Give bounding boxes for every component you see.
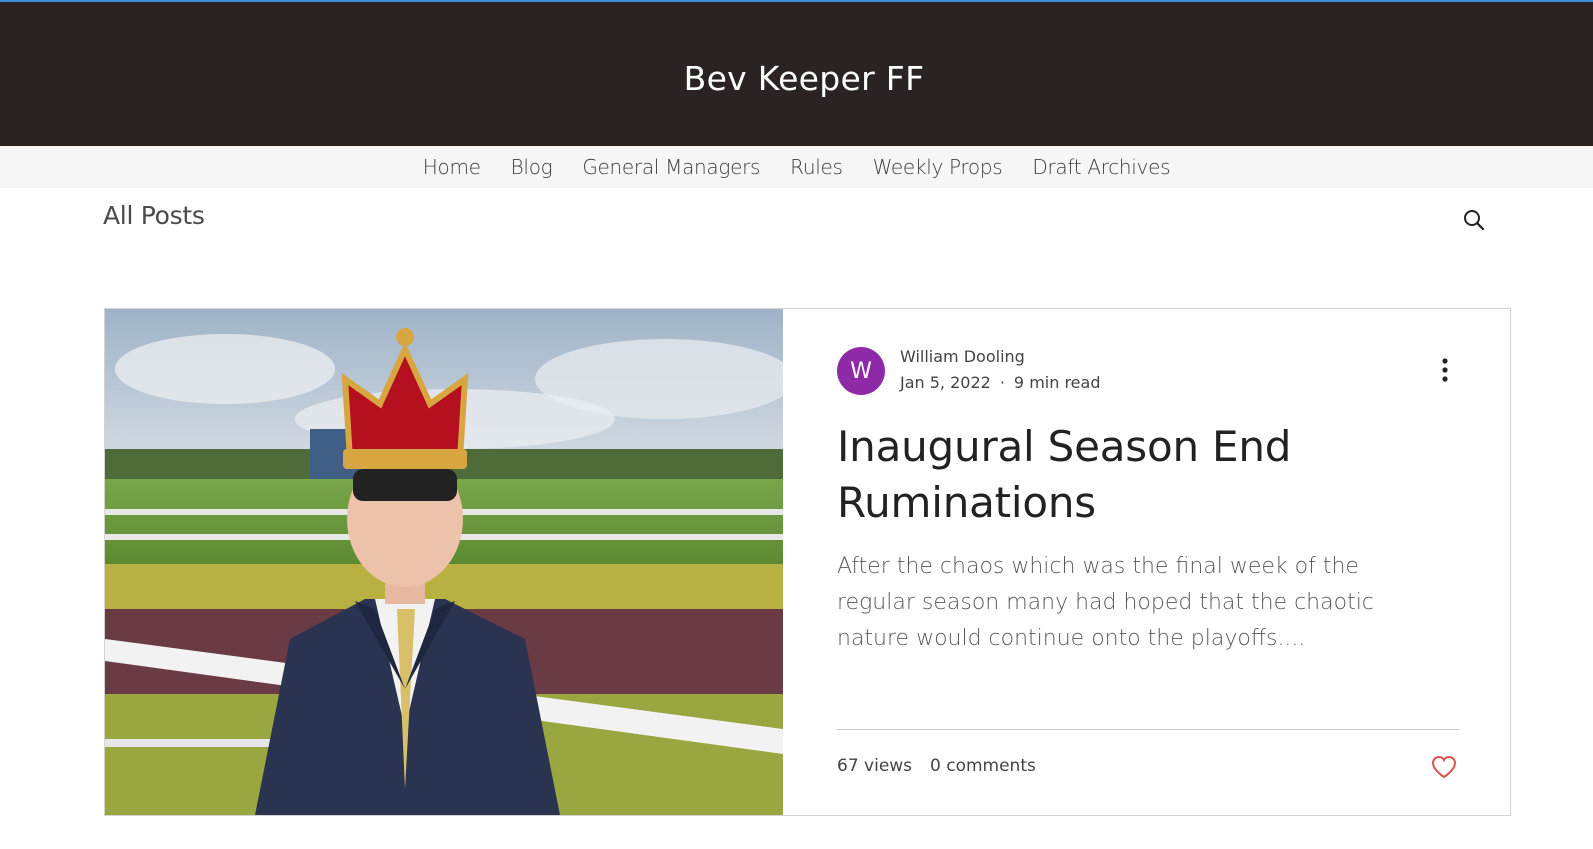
meta-separator: ·: [999, 373, 1005, 392]
search-icon[interactable]: [1462, 208, 1486, 232]
heart-icon[interactable]: [1431, 755, 1457, 779]
read-time: 9 min read: [1013, 373, 1101, 392]
more-vertical-icon[interactable]: [1441, 357, 1449, 383]
post-meta: Jan 5, 2022 · 9 min read: [900, 373, 1100, 392]
post-content: W William Dooling Jan 5, 2022 · 9 min read…: [837, 309, 1510, 815]
post-title[interactable]: Inaugural Season End Ruminations: [837, 419, 1437, 531]
author-avatar[interactable]: W: [837, 347, 885, 395]
nav-item-general-managers[interactable]: General Managers: [582, 155, 760, 179]
comment-count[interactable]: 0 comments: [930, 756, 1036, 776]
main-nav: Home Blog General Managers Rules Weekly …: [0, 146, 1593, 188]
author-name[interactable]: William Dooling: [900, 347, 1025, 366]
nav-item-home[interactable]: Home: [423, 155, 481, 179]
site-title[interactable]: Bev Keeper FF: [684, 59, 925, 98]
site-header: Bev Keeper FF: [0, 2, 1593, 146]
divider: [837, 729, 1459, 730]
category-all-posts[interactable]: All Posts: [103, 201, 205, 230]
post-cover-image[interactable]: [105, 309, 783, 815]
nav-item-blog[interactable]: Blog: [511, 155, 553, 179]
nav-item-weekly-props[interactable]: Weekly Props: [873, 155, 1003, 179]
cover-photo-illustration: [105, 309, 783, 815]
post-card[interactable]: W William Dooling Jan 5, 2022 · 9 min read…: [104, 308, 1511, 816]
post-date: Jan 5, 2022: [900, 373, 991, 392]
view-count: 67 views: [837, 756, 913, 776]
nav-item-draft-archives[interactable]: Draft Archives: [1032, 155, 1170, 179]
post-excerpt: After the chaos which was the final week…: [837, 554, 1374, 651]
nav-item-rules[interactable]: Rules: [790, 155, 843, 179]
